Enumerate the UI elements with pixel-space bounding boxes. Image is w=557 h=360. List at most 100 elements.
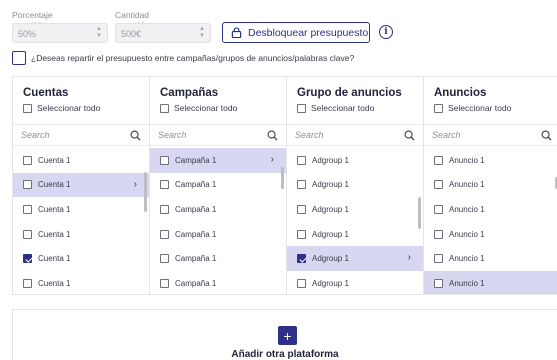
plus-icon[interactable]: + (278, 326, 297, 345)
search-input[interactable]: Search (432, 130, 541, 140)
list-item[interactable]: Campaña 1 (150, 197, 286, 222)
item-checkbox[interactable] (23, 254, 32, 264)
amount-value: 500€ (121, 29, 142, 39)
item-checkbox[interactable] (434, 155, 443, 165)
search-icon[interactable] (404, 130, 415, 141)
select-all-checkbox[interactable] (23, 103, 32, 113)
item-checkbox[interactable] (297, 204, 306, 214)
amount-stepper[interactable]: 500€ ▲ ▼ (115, 23, 211, 43)
select-all-row[interactable]: Seleccionar todo (297, 103, 374, 113)
item-checkbox[interactable] (434, 278, 443, 288)
item-checkbox[interactable] (23, 204, 32, 214)
chevron-right-icon[interactable]: › (408, 252, 411, 263)
item-checkbox[interactable] (297, 180, 306, 190)
column-search[interactable]: Search (13, 124, 149, 146)
column-accounts: Cuentas Seleccionar todo Search Cuenta 1… (13, 77, 150, 294)
item-checkbox[interactable] (434, 254, 443, 264)
search-icon[interactable] (267, 130, 278, 141)
column-list: Cuenta 1 Cuenta 1 › Cuenta 1 Cuenta 1 Cuenta … (13, 148, 149, 294)
search-input[interactable]: Search (295, 130, 404, 140)
select-all-checkbox[interactable] (434, 103, 443, 113)
list-item[interactable]: Adgroup 1 (287, 222, 423, 247)
list-item[interactable]: Campaña 1 (150, 246, 286, 271)
column-list: Campaña 1 › Campaña 1 Campaña 1 Campaña 1 Cam… (150, 148, 286, 294)
search-icon[interactable] (130, 130, 141, 141)
list-item[interactable]: Cuenta 1 (13, 148, 149, 173)
unlock-budget-label: Desbloquear presupuesto (248, 26, 369, 39)
select-all-row[interactable]: Seleccionar todo (434, 103, 511, 113)
item-checkbox[interactable] (160, 229, 169, 239)
item-checkbox[interactable] (297, 254, 306, 264)
select-all-row[interactable]: Seleccionar todo (160, 103, 237, 113)
search-input[interactable]: Search (21, 130, 130, 140)
item-checkbox[interactable] (297, 229, 306, 239)
column-search[interactable]: Search (287, 124, 423, 146)
item-checkbox[interactable] (434, 229, 443, 239)
list-item[interactable]: Anuncio 1 (424, 270, 557, 294)
list-item[interactable]: Campaña 1 › (150, 148, 286, 173)
item-checkbox[interactable] (23, 278, 32, 288)
column-search[interactable]: Search (150, 124, 286, 146)
item-checkbox[interactable] (160, 155, 169, 165)
select-all-checkbox[interactable] (297, 103, 306, 113)
search-input[interactable]: Search (158, 130, 267, 140)
list-item[interactable]: Cuenta 1 (13, 246, 149, 271)
info-icon[interactable]: i (379, 25, 393, 39)
item-label: Campaña 1 (175, 278, 217, 288)
column-title: Anuncios (434, 87, 487, 99)
item-label: Anuncio 1 (449, 155, 485, 165)
item-checkbox[interactable] (23, 229, 32, 239)
list-item[interactable]: Campaña 1 (150, 271, 286, 294)
list-item[interactable]: Cuenta 1 › (13, 172, 149, 198)
list-item[interactable]: Anuncio 1 (424, 246, 557, 271)
item-checkbox[interactable] (23, 180, 32, 190)
item-checkbox[interactable] (434, 204, 443, 214)
item-checkbox[interactable] (23, 155, 32, 165)
scrollbar[interactable] (281, 167, 284, 189)
item-checkbox[interactable] (160, 204, 169, 214)
list-item[interactable]: Adgroup 1 (287, 148, 423, 173)
list-item[interactable]: Anuncio 1 (424, 222, 557, 247)
column-search[interactable]: Search (424, 124, 557, 146)
list-item[interactable]: Campaña 1 (150, 173, 286, 198)
list-item[interactable]: Adgroup 1 (287, 271, 423, 294)
item-label: Cuenta 1 (38, 155, 71, 165)
chevron-right-icon[interactable]: › (271, 154, 274, 165)
select-all-checkbox[interactable] (160, 103, 169, 113)
list-item[interactable]: Anuncio 1 (424, 197, 557, 222)
list-item[interactable]: Adgroup 1 (287, 197, 423, 222)
item-label: Adgroup 1 (312, 155, 349, 165)
list-item[interactable]: Adgroup 1 (287, 173, 423, 198)
list-item[interactable]: Anuncio 1 (424, 148, 557, 173)
list-item[interactable]: Adgroup 1 › (287, 246, 423, 271)
item-checkbox[interactable] (160, 254, 169, 264)
item-checkbox[interactable] (297, 278, 306, 288)
scrollbar[interactable] (418, 197, 421, 229)
list-item[interactable]: Cuenta 1 (13, 271, 149, 294)
item-checkbox[interactable] (160, 180, 169, 190)
item-label: Adgroup 1 (312, 180, 349, 190)
list-item[interactable]: Cuenta 1 (13, 197, 149, 222)
item-checkbox[interactable] (297, 155, 306, 165)
item-label: Anuncio 1 (449, 204, 485, 214)
item-label: Campaña 1 (175, 254, 217, 264)
distribute-checkbox[interactable] (12, 51, 26, 65)
list-item[interactable]: Campaña 1 (150, 222, 286, 247)
list-item[interactable]: Cuenta 1 (13, 222, 149, 247)
unlock-budget-button[interactable]: Desbloquear presupuesto (222, 22, 370, 43)
stepper-arrows-icon[interactable]: ▲ ▼ (199, 26, 205, 40)
item-checkbox[interactable] (160, 278, 169, 288)
chevron-right-icon[interactable]: › (134, 179, 137, 190)
column-campaigns: Campañas Seleccionar todo Search Campaña… (150, 77, 287, 294)
distribute-question-text: ¿Deseas repartir el presupuesto entre ca… (31, 53, 355, 63)
percentage-stepper[interactable]: 50% ▲ ▼ (12, 23, 108, 43)
scrollbar[interactable] (144, 172, 147, 212)
stepper-arrows-icon[interactable]: ▲ ▼ (96, 26, 102, 40)
list-item[interactable]: Anuncio 1 (424, 173, 557, 198)
select-all-row[interactable]: Seleccionar todo (23, 103, 100, 113)
percentage-value: 50% (18, 29, 37, 39)
search-icon[interactable] (541, 130, 552, 141)
item-checkbox[interactable] (434, 180, 443, 190)
select-all-label: Seleccionar todo (311, 103, 375, 113)
item-label: Anuncio 1 (449, 180, 485, 190)
